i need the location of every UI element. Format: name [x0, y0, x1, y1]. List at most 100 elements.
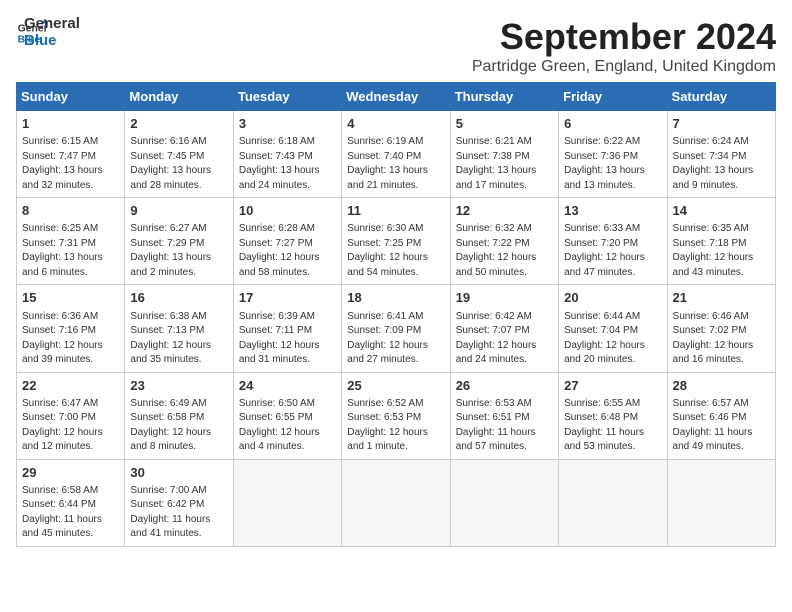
day-number: 10	[239, 202, 336, 220]
calendar-cell: 5 Sunrise: 6:21 AM Sunset: 7:38 PM Daylig…	[450, 111, 558, 198]
day-number: 29	[22, 464, 119, 482]
calendar-cell: 22 Sunrise: 6:47 AM Sunset: 7:00 PM Dayli…	[17, 372, 125, 459]
weekday-header-wednesday: Wednesday	[342, 83, 450, 111]
day-number: 16	[130, 289, 227, 307]
day-info: Sunrise: 6:52 AM Sunset: 6:53 PM Dayligh…	[347, 397, 444, 455]
day-info: Sunrise: 6:53 AM Sunset: 6:51 PM Dayligh…	[456, 397, 553, 455]
day-number: 27	[564, 377, 661, 395]
header: General Blue General Blue September 2024…	[16, 16, 776, 76]
calendar-cell: 20Sunrise: 6:44 AM Sunset: 7:04 PM Dayli…	[559, 285, 667, 372]
day-info: Sunrise: 6:21 AM Sunset: 7:38 PM Dayligh…	[456, 135, 553, 193]
day-info: Sunrise: 6:41 AM Sunset: 7:09 PM Dayligh…	[347, 310, 444, 368]
calendar-cell: 23 Sunrise: 6:49 AM Sunset: 6:58 PM Dayli…	[125, 372, 233, 459]
calendar-cell: 30 Sunrise: 7:00 AM Sunset: 6:42 PM Dayli…	[125, 459, 233, 546]
calendar-cell: 17Sunrise: 6:39 AM Sunset: 7:11 PM Dayli…	[233, 285, 341, 372]
day-info: Sunrise: 6:32 AM Sunset: 7:22 PM Dayligh…	[456, 222, 553, 280]
day-info: Sunrise: 6:58 AM Sunset: 6:44 PM Dayligh…	[22, 484, 119, 542]
day-number: 21	[673, 289, 770, 307]
day-info: Sunrise: 6:36 AM Sunset: 7:16 PM Dayligh…	[22, 310, 119, 368]
day-number: 13	[564, 202, 661, 220]
calendar-cell: 16 Sunrise: 6:38 AM Sunset: 7:13 PM Dayli…	[125, 285, 233, 372]
day-info: Sunrise: 6:38 AM Sunset: 7:13 PM Dayligh…	[130, 310, 227, 368]
day-info: Sunrise: 7:00 AM Sunset: 6:42 PM Dayligh…	[130, 484, 227, 542]
day-number: 4	[347, 115, 444, 133]
day-info: Sunrise: 6:42 AM Sunset: 7:07 PM Dayligh…	[456, 310, 553, 368]
calendar-cell: 4 Sunrise: 6:19 AM Sunset: 7:40 PM Daylig…	[342, 111, 450, 198]
day-number: 23	[130, 377, 227, 395]
calendar-cell: 29 Sunrise: 6:58 AM Sunset: 6:44 PM Dayli…	[17, 459, 125, 546]
weekday-header-sunday: Sunday	[17, 83, 125, 111]
day-info: Sunrise: 6:15 AM Sunset: 7:47 PM Dayligh…	[22, 135, 119, 193]
day-number: 30	[130, 464, 227, 482]
day-info: Sunrise: 6:19 AM Sunset: 7:40 PM Dayligh…	[347, 135, 444, 193]
calendar-cell: 26 Sunrise: 6:53 AM Sunset: 6:51 PM Dayli…	[450, 372, 558, 459]
calendar-cell	[450, 459, 558, 546]
day-info: Sunrise: 6:55 AM Sunset: 6:48 PM Dayligh…	[564, 397, 661, 455]
calendar-cell	[559, 459, 667, 546]
calendar-cell: 9Sunrise: 6:27 AM Sunset: 7:29 PM Daylig…	[125, 198, 233, 285]
location-subtitle: Partridge Green, England, United Kingdom	[472, 58, 776, 76]
day-number: 9	[130, 202, 227, 220]
calendar-table: SundayMondayTuesdayWednesdayThursdayFrid…	[16, 82, 776, 547]
logo: General Blue General Blue	[16, 16, 80, 49]
day-info: Sunrise: 6:33 AM Sunset: 7:20 PM Dayligh…	[564, 222, 661, 280]
calendar-cell: 24 Sunrise: 6:50 AM Sunset: 6:55 PM Dayli…	[233, 372, 341, 459]
calendar-cell: 8 Sunrise: 6:25 AM Sunset: 7:31 PM Daylig…	[17, 198, 125, 285]
calendar-cell: 2 Sunrise: 6:16 AM Sunset: 7:45 PM Daylig…	[125, 111, 233, 198]
calendar-cell: 10 Sunrise: 6:28 AM Sunset: 7:27 PM Dayli…	[233, 198, 341, 285]
calendar-cell: 7 Sunrise: 6:24 AM Sunset: 7:34 PM Daylig…	[667, 111, 775, 198]
calendar-cell: 25 Sunrise: 6:52 AM Sunset: 6:53 PM Dayli…	[342, 372, 450, 459]
day-number: 26	[456, 377, 553, 395]
day-info: Sunrise: 6:50 AM Sunset: 6:55 PM Dayligh…	[239, 397, 336, 455]
day-info: Sunrise: 6:49 AM Sunset: 6:58 PM Dayligh…	[130, 397, 227, 455]
day-number: 19	[456, 289, 553, 307]
calendar-cell: 13 Sunrise: 6:33 AM Sunset: 7:20 PM Dayli…	[559, 198, 667, 285]
day-number: 25	[347, 377, 444, 395]
calendar-cell: 19 Sunrise: 6:42 AM Sunset: 7:07 PM Dayli…	[450, 285, 558, 372]
weekday-header-monday: Monday	[125, 83, 233, 111]
day-number: 14	[673, 202, 770, 220]
week-row-3: 15 Sunrise: 6:36 AM Sunset: 7:16 PM Dayli…	[17, 285, 776, 372]
calendar-cell	[667, 459, 775, 546]
day-info: Sunrise: 6:46 AM Sunset: 7:02 PM Dayligh…	[673, 310, 770, 368]
day-number: 28	[673, 377, 770, 395]
day-info: Sunrise: 6:57 AM Sunset: 6:46 PM Dayligh…	[673, 397, 770, 455]
day-number: 24	[239, 377, 336, 395]
weekday-header-saturday: Saturday	[667, 83, 775, 111]
day-info: Sunrise: 6:22 AM Sunset: 7:36 PM Dayligh…	[564, 135, 661, 193]
calendar-cell: 6Sunrise: 6:22 AM Sunset: 7:36 PM Daylig…	[559, 111, 667, 198]
day-number: 5	[456, 115, 553, 133]
day-info: Sunrise: 6:30 AM Sunset: 7:25 PM Dayligh…	[347, 222, 444, 280]
day-info: Sunrise: 6:16 AM Sunset: 7:45 PM Dayligh…	[130, 135, 227, 193]
month-title: September 2024	[472, 16, 776, 58]
week-row-4: 22 Sunrise: 6:47 AM Sunset: 7:00 PM Dayli…	[17, 372, 776, 459]
calendar-cell: 3 Sunrise: 6:18 AM Sunset: 7:43 PM Daylig…	[233, 111, 341, 198]
title-block: September 2024 Partridge Green, England,…	[472, 16, 776, 76]
calendar-cell: 28 Sunrise: 6:57 AM Sunset: 6:46 PM Dayli…	[667, 372, 775, 459]
day-info: Sunrise: 6:24 AM Sunset: 7:34 PM Dayligh…	[673, 135, 770, 193]
calendar-cell	[342, 459, 450, 546]
day-number: 7	[673, 115, 770, 133]
day-number: 1	[22, 115, 119, 133]
day-number: 12	[456, 202, 553, 220]
calendar-cell: 12 Sunrise: 6:32 AM Sunset: 7:22 PM Dayli…	[450, 198, 558, 285]
day-number: 15	[22, 289, 119, 307]
day-number: 2	[130, 115, 227, 133]
day-info: Sunrise: 6:25 AM Sunset: 7:31 PM Dayligh…	[22, 222, 119, 280]
calendar-cell: 11Sunrise: 6:30 AM Sunset: 7:25 PM Dayli…	[342, 198, 450, 285]
day-number: 8	[22, 202, 119, 220]
day-number: 18	[347, 289, 444, 307]
day-number: 22	[22, 377, 119, 395]
calendar-cell: 14 Sunrise: 6:35 AM Sunset: 7:18 PM Dayli…	[667, 198, 775, 285]
calendar-cell: 27 Sunrise: 6:55 AM Sunset: 6:48 PM Dayli…	[559, 372, 667, 459]
logo-line2: Blue	[24, 33, 80, 50]
weekday-header-thursday: Thursday	[450, 83, 558, 111]
weekday-header-tuesday: Tuesday	[233, 83, 341, 111]
day-info: Sunrise: 6:28 AM Sunset: 7:27 PM Dayligh…	[239, 222, 336, 280]
calendar-cell: 18 Sunrise: 6:41 AM Sunset: 7:09 PM Dayli…	[342, 285, 450, 372]
day-number: 3	[239, 115, 336, 133]
day-info: Sunrise: 6:47 AM Sunset: 7:00 PM Dayligh…	[22, 397, 119, 455]
day-info: Sunrise: 6:39 AM Sunset: 7:11 PM Dayligh…	[239, 310, 336, 368]
day-info: Sunrise: 6:35 AM Sunset: 7:18 PM Dayligh…	[673, 222, 770, 280]
day-info: Sunrise: 6:18 AM Sunset: 7:43 PM Dayligh…	[239, 135, 336, 193]
